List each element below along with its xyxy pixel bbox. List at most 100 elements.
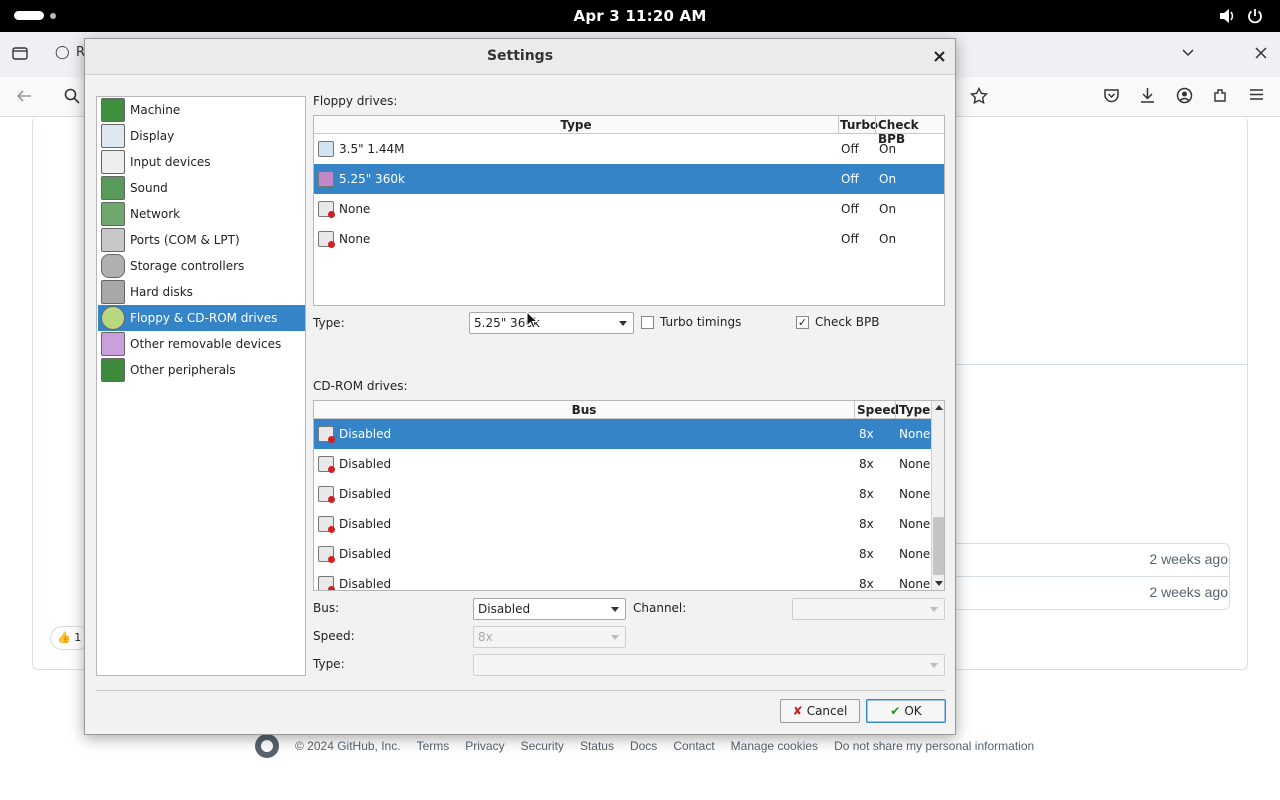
cdrom-row[interactable]: Disabled 8x None <box>314 509 931 539</box>
close-window-icon[interactable] <box>1255 44 1267 63</box>
floppy-type-dropdown[interactable]: 5.25" 360k <box>469 312 634 334</box>
bus-dropdown[interactable]: Disabled <box>473 598 626 620</box>
display-icon <box>101 124 125 148</box>
category-other-removable[interactable]: Other removable devices <box>98 331 305 357</box>
floppy-row[interactable]: None Off On <box>314 224 944 254</box>
column-header-type[interactable]: Type <box>899 403 930 417</box>
tab-overview-icon[interactable] <box>12 45 28 65</box>
footer-link-terms[interactable]: Terms <box>417 739 450 753</box>
cdrom-type-dropdown[interactable] <box>473 654 945 676</box>
column-separator <box>854 401 855 419</box>
checkbox-box[interactable] <box>641 315 654 329</box>
category-other-peripherals[interactable]: Other peripherals <box>98 357 305 383</box>
activities-indicator[interactable] <box>14 11 44 20</box>
scrollbar-thumb[interactable] <box>933 517 944 575</box>
category-floppy-cdrom[interactable]: Floppy & CD-ROM drives <box>98 305 305 331</box>
footer-link-docs[interactable]: Docs <box>630 739 657 753</box>
category-ports[interactable]: Ports (COM & LPT) <box>98 227 305 253</box>
footer-link-contact[interactable]: Contact <box>673 739 714 753</box>
table-header: Bus Speed Type <box>314 401 944 419</box>
cdrom-speed: 8x <box>859 457 874 471</box>
check-bpb-checkbox[interactable]: ✓ Check BPB <box>796 315 879 329</box>
column-header-speed[interactable]: Speed <box>857 403 899 417</box>
column-header-bus[interactable]: Bus <box>314 403 854 417</box>
column-separator <box>875 116 876 134</box>
footer-link-privacy[interactable]: Privacy <box>465 739 504 753</box>
floppy-type: 3.5" 1.44M <box>339 142 405 156</box>
floppy-type-label: Type: <box>313 316 345 330</box>
scroll-down-icon[interactable] <box>935 581 943 586</box>
column-header-turbo[interactable]: Turbo <box>840 118 878 132</box>
cdrom-row[interactable]: Disabled 8x None <box>314 569 931 591</box>
category-label: Sound <box>130 181 168 195</box>
menu-hamburger-icon[interactable] <box>1249 87 1264 106</box>
close-icon[interactable] <box>934 47 945 66</box>
turbo-timings-checkbox[interactable]: Turbo timings <box>641 315 741 329</box>
extensions-icon[interactable] <box>1212 87 1229 108</box>
chevron-down-icon <box>930 663 938 668</box>
back-arrow-icon[interactable] <box>15 88 33 108</box>
cdrom-row[interactable]: Disabled 8x None <box>314 539 931 569</box>
floppy-row[interactable]: 3.5" 1.44M Off On <box>314 134 944 164</box>
column-header-type[interactable]: Type <box>314 118 838 132</box>
category-machine[interactable]: Machine <box>98 97 305 123</box>
floppy-row[interactable]: None Off On <box>314 194 944 224</box>
cdrom-row[interactable]: Disabled 8x None <box>314 479 931 509</box>
chevron-down-icon <box>930 607 938 612</box>
cancel-button[interactable]: ✘ Cancel <box>780 699 860 723</box>
github-logo-icon <box>255 734 279 758</box>
footer-link-status[interactable]: Status <box>580 739 614 753</box>
tab-list-chevron-icon[interactable] <box>1181 44 1195 63</box>
cdrom-bus: Disabled <box>339 577 392 591</box>
channel-dropdown[interactable] <box>792 598 945 620</box>
category-storage-controllers[interactable]: Storage controllers <box>98 253 305 279</box>
footer-link-manage-cookies[interactable]: Manage cookies <box>731 739 818 753</box>
search-icon[interactable] <box>64 88 80 108</box>
cdrom-row[interactable]: Disabled 8x None <box>314 419 931 449</box>
category-input-devices[interactable]: Input devices <box>98 149 305 175</box>
floppy-bpb: On <box>879 142 897 156</box>
category-label: Hard disks <box>130 285 193 299</box>
category-label: Storage controllers <box>130 259 245 273</box>
category-hard-disks[interactable]: Hard disks <box>98 279 305 305</box>
cdrom-row[interactable]: Disabled 8x None <box>314 449 931 479</box>
dialog-titlebar[interactable]: Settings <box>85 39 955 75</box>
floppy-disk-icon <box>318 171 334 187</box>
category-sound[interactable]: Sound <box>98 175 305 201</box>
account-icon[interactable] <box>1176 87 1193 108</box>
table-header: Type Turbo Check BPB <box>314 116 944 146</box>
speed-dropdown[interactable]: 8x <box>473 626 626 648</box>
cdrom-type: None <box>899 427 931 441</box>
pocket-icon[interactable] <box>1103 87 1120 108</box>
cancel-x-icon: ✘ <box>792 704 803 718</box>
github-tab-icon[interactable]: ◯ <box>55 45 70 60</box>
checkbox-label: Turbo timings <box>660 315 742 329</box>
category-display[interactable]: Display <box>98 123 305 149</box>
downloads-icon[interactable] <box>1139 87 1156 108</box>
category-label: Input devices <box>130 155 211 169</box>
cdrom-speed: 8x <box>859 427 874 441</box>
floppy-bpb: On <box>879 172 897 186</box>
ok-button[interactable]: ✔ OK <box>866 699 946 723</box>
floppy-row[interactable]: 5.25" 360k Off On <box>314 164 944 194</box>
cdrom-drives-table: Bus Speed Type Disabled 8x None Disabled… <box>313 400 945 591</box>
scroll-up-icon[interactable] <box>935 405 943 410</box>
cdrom-bus: Disabled <box>339 427 392 441</box>
floppy-turbo: Off <box>841 142 859 156</box>
peripheral-chip-icon <box>101 358 125 382</box>
floppy-empty-icon <box>318 231 335 248</box>
bus-label: Bus: <box>313 601 340 615</box>
bookmark-star-icon[interactable] <box>969 86 989 109</box>
cdrom-scrollbar[interactable] <box>931 401 944 590</box>
power-icon[interactable] <box>1247 8 1263 27</box>
floppy-type: None <box>339 232 371 246</box>
category-network[interactable]: Network <box>98 201 305 227</box>
network-icon <box>101 202 125 226</box>
divider <box>956 364 1248 365</box>
checkbox-box[interactable]: ✓ <box>796 315 809 329</box>
footer-link-security[interactable]: Security <box>521 739 564 753</box>
clock[interactable]: Apr 3 11:20 AM <box>540 7 740 25</box>
volume-icon[interactable] <box>1218 8 1236 27</box>
footer-link-do-not-share[interactable]: Do not share my personal information <box>834 739 1034 753</box>
workspace-dot <box>50 13 56 19</box>
